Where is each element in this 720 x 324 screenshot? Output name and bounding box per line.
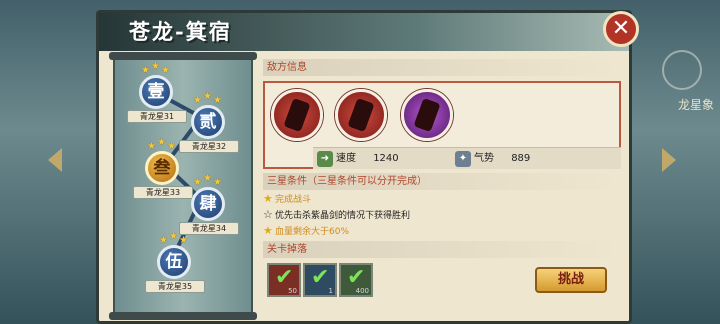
conditions-title: 三星条件（三星条件可以分开完成） [263, 173, 621, 190]
panel-title: 苍龙-箕宿 [129, 19, 232, 44]
check-icon: ✔ [311, 265, 330, 290]
qishi-value: 889 [511, 153, 531, 164]
condition-item-2: ☆ 优先击杀紫晶剑的情况下获得胜利 [263, 209, 410, 222]
speed-label: 速度 [336, 153, 356, 164]
stage-node-glyph: 肆 [191, 187, 225, 221]
stage-node-glyph: 叁 [145, 151, 179, 185]
stage-node-label: 青龙星34 [179, 222, 239, 235]
drop-qty: 50 [288, 287, 297, 295]
drops-title: 关卡掉落 [263, 241, 621, 258]
enemy-avatar-2[interactable] [335, 89, 387, 141]
stage-node-label: 青龙星32 [179, 140, 239, 153]
drop-qty: 1 [328, 287, 333, 295]
stage-node-glyph: 伍 [157, 245, 191, 279]
stage-node-glyph: 壹 [139, 75, 173, 109]
close-icon: ✕ [611, 16, 631, 41]
challenge-button[interactable]: 挑战 [535, 267, 607, 293]
stage-node-label: 青龙星31 [127, 110, 187, 123]
qishi-icon: ✦ [455, 151, 471, 167]
drop-item-2[interactable]: ✔ 1 [303, 263, 337, 297]
condition-text: 完成战斗 [275, 195, 312, 205]
stage-node-glyph: 贰 [191, 105, 225, 139]
close-button[interactable]: ✕ [603, 11, 639, 47]
constellation-label: 龙星象 [677, 98, 714, 112]
enemy-info-box: ➜ 速度 1240 ✦ 气势 889 [263, 81, 621, 169]
enemy-avatar-3[interactable] [401, 89, 453, 141]
enemy-avatar-1[interactable] [271, 89, 323, 141]
star-filled-icon: ★ [263, 192, 273, 205]
star-filled-icon: ★ [263, 224, 273, 237]
condition-item-3: ★ 血量剩余大于60% [263, 225, 349, 238]
stage-panel: 苍龙-箕宿 ✕ ★ ★ ★ 壹 青龙星31 ★ ★ ★ 贰 青龙星32 ★ ★ ★ 叁 青龙… [96, 10, 639, 324]
enemy-section-title: 敌方信息 [263, 59, 621, 76]
prev-arrow-icon[interactable] [48, 148, 62, 172]
drop-qty: 400 [355, 287, 369, 295]
speed-value: 1240 [373, 153, 399, 164]
speed-stat: ➜ 速度 1240 [317, 151, 399, 167]
condition-text: 血量剩余大于60% [275, 227, 350, 237]
drop-item-1[interactable]: ✔ 50 [267, 263, 301, 297]
qishi-label: 气势 [474, 153, 494, 164]
stage-node-label: 青龙星35 [145, 280, 205, 293]
dragon-emblem-icon[interactable] [662, 50, 702, 90]
stage-node-label: 青龙星33 [133, 186, 193, 199]
speed-icon: ➜ [317, 151, 333, 167]
enemy-stats-bar: ➜ 速度 1240 ✦ 气势 889 [313, 147, 621, 169]
next-arrow-icon[interactable] [662, 148, 676, 172]
star-outline-icon: ☆ [263, 208, 273, 221]
condition-text: 优先击杀紫晶剑的情况下获得胜利 [275, 211, 411, 221]
condition-item-1: ★ 完成战斗 [263, 193, 311, 206]
panel-header: 苍龙-箕宿 [99, 13, 629, 51]
qishi-stat: ✦ 气势 889 [455, 151, 530, 167]
stage-map-scroll: ★ ★ ★ 壹 青龙星31 ★ ★ ★ 贰 青龙星32 ★ ★ ★ 叁 青龙星33 ★ ★ ★ … [109, 52, 257, 320]
drop-item-3[interactable]: ✔ 400 [339, 263, 373, 297]
